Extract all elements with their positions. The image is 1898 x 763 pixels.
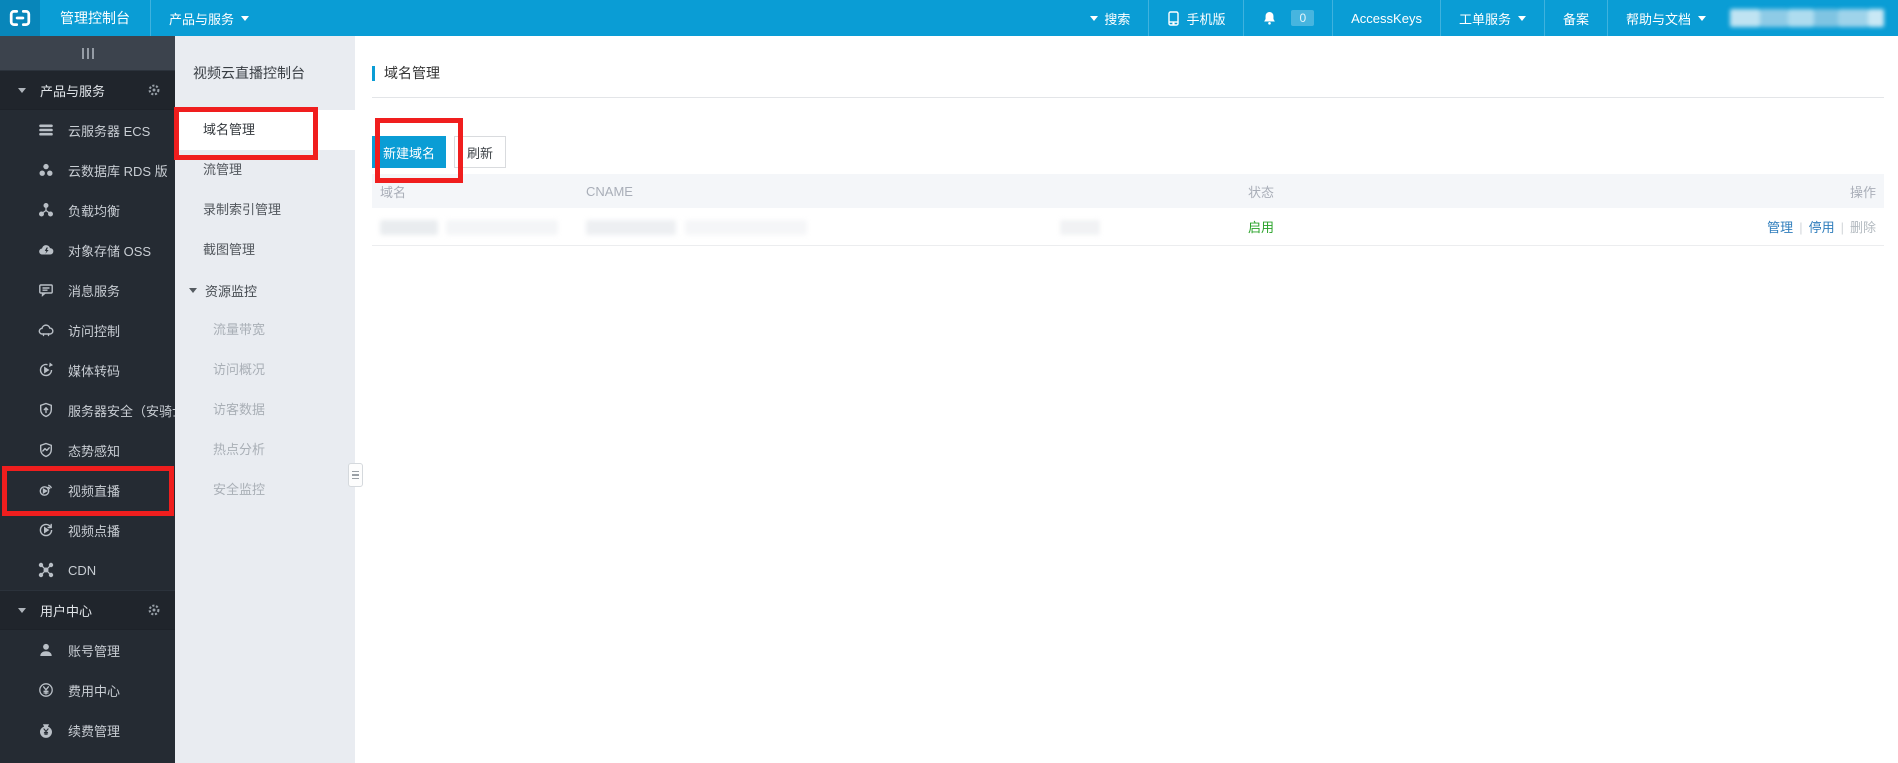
topbar: 管理控制台 产品与服务 搜索 手机版 0 AccessKeys 工单服务 备案 … [0,0,1898,36]
storage-cloud-icon [38,242,54,258]
table-row: 启用 管理 | 停用 | 删除 [372,208,1884,246]
column-header-actions: 操作 [1849,184,1876,200]
sidebar-item-ecs[interactable]: 云服务器 ECS [0,110,175,150]
sidebar-item-server-security[interactable]: 服务器安全（安骑士） [0,390,198,430]
load-balancer-icon [38,202,54,218]
gear-icon[interactable] [147,83,161,97]
product-sidebar: 产品与服务 云服务器 ECS 云数据库 RDS 版 负载均衡 对象存储 OSS … [0,36,198,763]
accesskeys-link[interactable]: AccessKeys [1332,0,1440,36]
sidebar-collapse-control[interactable] [0,36,175,70]
section-products[interactable]: 产品与服务 [0,70,175,110]
action-separator: | [1840,220,1844,235]
subsidebar-item-visitor-data[interactable]: 访客数据 [175,390,355,430]
subsidebar-item-recording-index[interactable]: 录制索引管理 [175,190,355,230]
sidebar-item-slb[interactable]: 负载均衡 [0,190,175,230]
username-redacted [1730,0,1884,36]
column-header-status: 状态 [1248,184,1275,200]
sidebar-item-mts[interactable]: 媒体转码 [0,350,175,390]
database-icon [38,162,54,178]
security-shield-icon [38,402,54,418]
sidebar-item-ram[interactable]: 访问控制 [0,310,175,350]
gear-icon[interactable] [147,603,161,617]
search-menu[interactable]: 搜索 [1072,0,1148,36]
main-content: 域名管理 新建域名 刷新 域名 CNAME 状态 操作 启用 管理 | 停用 |… [355,36,1898,763]
cdn-icon [38,562,54,578]
table-header-row: 域名 CNAME 状态 操作 [372,174,1884,208]
subsidebar-item-domain-management[interactable]: 域名管理 [175,110,355,150]
notification-count-badge: 0 [1291,10,1315,26]
title-divider [372,97,1884,98]
column-header-cname: CNAME [586,183,633,199]
new-domain-button[interactable]: 新建域名 [372,136,446,168]
sidebar-resize-handle[interactable] [348,463,363,487]
chevron-down-icon [189,287,197,293]
sidebar-item-billing[interactable]: 费用中心 [0,670,175,710]
collapse-bars-icon [81,47,94,59]
phone-icon [1167,10,1180,26]
chevron-down-icon [1698,15,1706,21]
server-icon [38,122,54,138]
disable-link[interactable]: 停用 [1809,220,1835,235]
help-docs-menu[interactable]: 帮助与文档 [1606,0,1724,36]
cname-cell-redacted [586,218,1248,235]
sidebar-item-vod[interactable]: 视频点播 [0,510,175,550]
cloud-bracket-icon [9,7,31,29]
toolbar: 新建域名 刷新 [372,136,1898,168]
billing-icon [38,682,54,698]
sidebar-item-situation-awareness[interactable]: 态势感知 [0,430,175,470]
live-video-icon [38,482,54,498]
beian-link[interactable]: 备案 [1543,0,1607,36]
renewal-moneybag-icon [38,722,54,738]
sidebar-item-rds[interactable]: 云数据库 RDS 版 [0,150,175,190]
chevron-down-icon [241,15,250,21]
subsidebar-item-stream-management[interactable]: 流管理 [175,150,355,190]
refresh-button[interactable]: 刷新 [454,136,506,168]
bell-icon [1262,10,1277,26]
subsidebar-item-security-monitor[interactable]: 安全监控 [175,470,355,510]
chevron-down-icon [18,607,26,613]
subsidebar-group-resource-monitor[interactable]: 资源监控 [175,270,355,310]
sidebar-item-account[interactable]: 账号管理 [0,630,175,670]
situation-awareness-icon [38,442,54,458]
page-title: 域名管理 [372,63,1898,83]
status-badge: 启用 [1248,220,1275,235]
live-console-sidebar: 视频云直播控制台 域名管理 流管理 录制索引管理 截图管理 资源监控 流量带宽 … [175,36,355,763]
subsidebar-item-hotspot-analysis[interactable]: 热点分析 [175,430,355,470]
subsidebar-item-traffic-bandwidth[interactable]: 流量带宽 [175,310,355,350]
sidebar-item-live-video[interactable]: 视频直播 [0,470,175,510]
vod-icon [38,522,54,538]
sidebar-item-oss[interactable]: 对象存储 OSS [0,230,175,270]
chevron-down-icon [18,87,26,93]
aliyun-logo[interactable] [0,0,40,36]
chevron-down-icon [1517,15,1526,21]
sidebar-item-mns[interactable]: 消息服务 [0,270,175,310]
mobile-version-link[interactable]: 手机版 [1148,0,1243,36]
subsidebar-item-visit-overview[interactable]: 访问概况 [175,350,355,390]
delete-link[interactable]: 删除 [1850,220,1876,235]
products-menu[interactable]: 产品与服务 [150,0,267,36]
manage-link[interactable]: 管理 [1767,220,1793,235]
action-separator: | [1799,220,1803,235]
section-user-center[interactable]: 用户中心 [0,590,175,630]
domain-cell-redacted [372,218,586,235]
ticket-service-menu[interactable]: 工单服务 [1439,0,1544,36]
subsidebar-title: 视频云直播控制台 [193,65,305,81]
message-icon [38,282,54,298]
chevron-down-icon [1090,15,1099,21]
sidebar-item-cdn[interactable]: CDN [0,550,175,590]
column-header-domain: 域名 [380,184,407,200]
access-control-icon [38,322,54,338]
notifications[interactable]: 0 [1243,0,1332,36]
title-accent-bar [372,65,375,81]
subsidebar-item-snapshot-management[interactable]: 截图管理 [175,230,355,270]
account-icon [38,642,54,658]
domain-table: 域名 CNAME 状态 操作 启用 管理 | 停用 | 删除 [372,174,1884,246]
media-transcode-icon [38,362,54,378]
sidebar-item-renewal[interactable]: 续费管理 [0,710,175,750]
console-title[interactable]: 管理控制台 [40,0,150,36]
